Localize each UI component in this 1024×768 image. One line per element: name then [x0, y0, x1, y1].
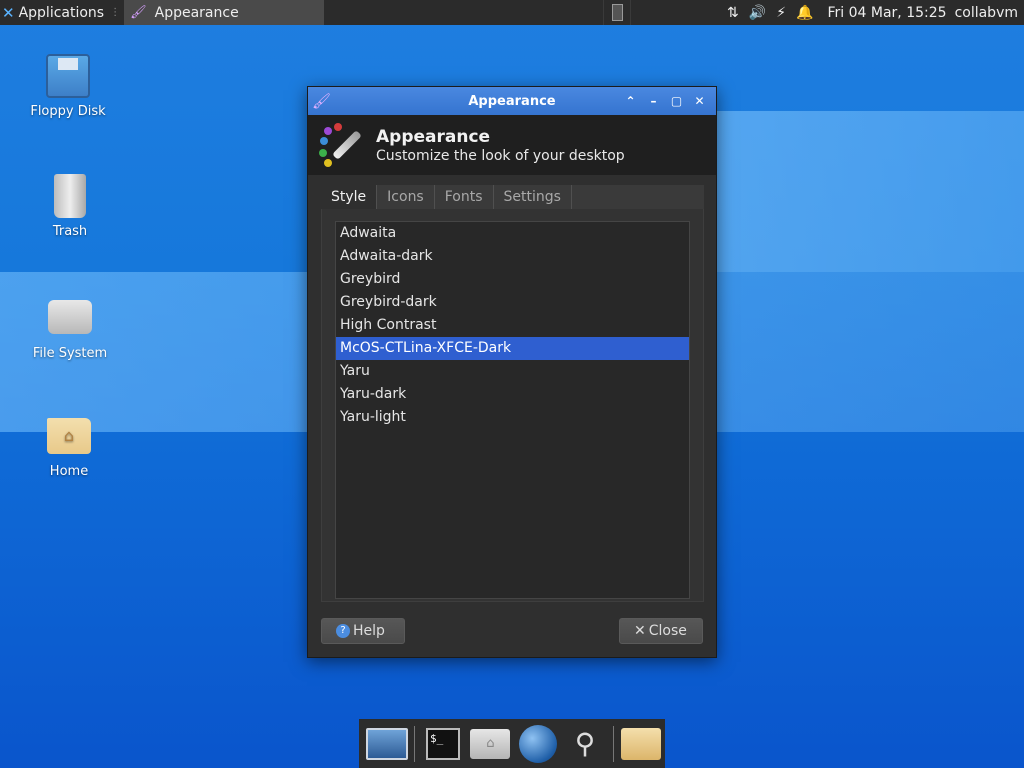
close-label: Close	[648, 623, 687, 639]
style-tab-panel: Adwaita Adwaita-dark Greybird Greybird-dark…	[321, 209, 704, 602]
desktop-icon-home[interactable]: ⌂ Home	[24, 414, 114, 479]
trash-icon	[54, 174, 86, 218]
file-manager-launcher[interactable]: ⌂	[467, 722, 514, 766]
notification-bell-icon[interactable]: 🔔	[796, 5, 813, 21]
folder-launcher[interactable]	[618, 722, 665, 766]
theme-list-item[interactable]: Adwaita-dark	[336, 245, 689, 268]
show-desktop-icon	[365, 727, 408, 760]
close-icon: ✕	[634, 623, 646, 639]
shade-window-button[interactable]: ⌃	[622, 94, 639, 108]
tab-fonts[interactable]: Fonts	[435, 185, 494, 209]
appearance-icon: 🖌	[130, 5, 147, 20]
tab-bar: Style Icons Fonts Settings	[321, 185, 704, 209]
panel-separator: ⋮	[110, 7, 121, 18]
taskbar-label: Appearance	[154, 4, 239, 21]
theme-list-item[interactable]: Adwaita	[336, 222, 689, 245]
network-icon[interactable]: ⇅	[727, 5, 739, 21]
web-browser-launcher[interactable]	[514, 722, 561, 766]
minimize-button[interactable]: –	[645, 94, 662, 108]
theme-list-item[interactable]: Yaru	[336, 360, 689, 383]
top-panel: ✕ Applications ⋮ 🖌 Appearance ⇅ 🔊 ⚡ 🔔 Fr…	[0, 0, 1024, 25]
home-folder-icon: ⌂	[47, 418, 91, 454]
desktop-icon-label: Trash	[52, 224, 88, 239]
dock-separator	[612, 725, 614, 762]
appearance-icon[interactable]: 🖌	[312, 92, 334, 110]
maximize-button[interactable]: ▢	[668, 94, 685, 108]
desktop-icon-label: Home	[49, 464, 89, 479]
file-manager-icon: ⌂	[470, 728, 511, 759]
folder-icon	[621, 727, 662, 760]
header-title: Appearance	[376, 126, 491, 147]
user-menu[interactable]: collabvm	[955, 5, 1018, 21]
header-subtitle: Customize the look of your desktop	[376, 147, 625, 164]
theme-list-item[interactable]: McOS-CTLina-XFCE-Dark	[336, 337, 689, 360]
theme-list-item[interactable]: Yaru-dark	[336, 383, 689, 406]
help-button[interactable]: ? Help	[321, 618, 405, 644]
theme-list-item[interactable]: Yaru-light	[336, 406, 689, 429]
workspace-icon	[611, 4, 623, 21]
dialog-header: Appearance Customize the look of your de…	[308, 115, 716, 175]
system-tray: ⇅ 🔊 ⚡ 🔔	[727, 5, 813, 21]
applications-label: Applications	[18, 4, 105, 21]
theme-list-item[interactable]: High Contrast	[336, 314, 689, 337]
hard-drive-icon	[48, 300, 92, 334]
desktop-icon-label: File System	[32, 346, 108, 361]
tab-settings[interactable]: Settings	[494, 185, 572, 209]
applications-menu-button[interactable]: ✕ Applications	[0, 0, 108, 25]
dock-separator	[414, 725, 416, 762]
desktop-icon-label: Floppy Disk	[30, 104, 106, 119]
xfce-logo-icon: ✕	[2, 3, 15, 22]
desktop-icon-trash[interactable]: Trash	[25, 174, 115, 239]
magnifier-icon: ⚲	[574, 726, 596, 760]
help-icon: ?	[336, 624, 350, 638]
appearance-window: 🖌 Appearance ⌃ – ▢ ✕ Appearance Customiz…	[307, 86, 717, 658]
window-titlebar[interactable]: 🖌 Appearance ⌃ – ▢ ✕	[308, 87, 716, 115]
web-browser-globe-icon	[518, 724, 557, 763]
help-label: Help	[353, 623, 385, 639]
theme-list-item[interactable]: Greybird	[336, 268, 689, 291]
terminal-launcher[interactable]: $_	[419, 722, 466, 766]
app-finder-launcher[interactable]: ⚲	[561, 722, 608, 766]
bottom-dock: $_ ⌂ ⚲	[359, 719, 665, 768]
desktop-icon-floppy-disk[interactable]: Floppy Disk	[23, 54, 113, 119]
tab-style[interactable]: Style	[321, 185, 378, 209]
terminal-icon: $_	[426, 727, 460, 760]
taskbar-appearance-button[interactable]: 🖌 Appearance	[124, 0, 325, 25]
workspace-switcher[interactable]	[603, 0, 632, 25]
tab-icons[interactable]: Icons	[377, 185, 435, 209]
clock[interactable]: Fri 04 Mar, 15:25	[828, 5, 947, 21]
desktop-icon-file-system[interactable]: File System	[25, 294, 115, 361]
power-icon[interactable]: ⚡	[776, 5, 786, 21]
theme-list[interactable]: Adwaita Adwaita-dark Greybird Greybird-dark…	[335, 221, 690, 599]
close-button[interactable]: ✕ Close	[619, 618, 703, 644]
theme-list-item[interactable]: Greybird-dark	[336, 291, 689, 314]
show-desktop-launcher[interactable]	[363, 722, 410, 766]
volume-icon[interactable]: 🔊	[749, 5, 766, 21]
close-window-button[interactable]: ✕	[691, 94, 708, 108]
wallpaper-band	[716, 111, 1024, 272]
appearance-palette-icon	[318, 123, 366, 167]
floppy-disk-icon	[46, 54, 90, 98]
